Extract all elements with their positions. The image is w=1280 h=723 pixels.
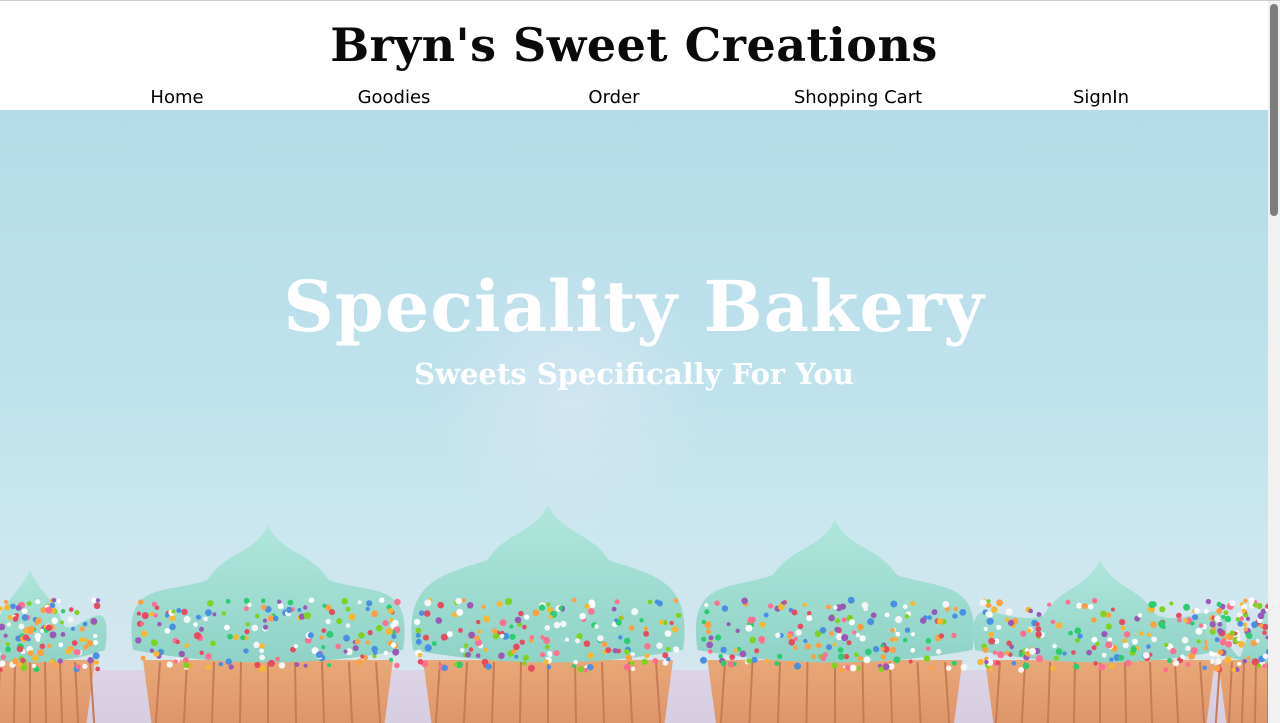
nav-home-link[interactable]: Home (150, 85, 203, 111)
hero-banner: Speciality Bakery Sweets Specifically Fo… (0, 110, 1268, 723)
main-nav: Home Goodies Order Shopping Cart SignIn (0, 85, 1268, 111)
cupcake (411, 505, 685, 723)
scrollbar-thumb[interactable] (1270, 4, 1278, 216)
page-scrollbar[interactable] (1268, 1, 1280, 723)
hero-subheading: Sweets Specifically For You (414, 357, 854, 391)
cupcake (973, 560, 1227, 723)
nav-goodies-link[interactable]: Goodies (358, 85, 431, 111)
site-header: Bryn's Sweet Creations Home Goodies Orde… (0, 1, 1268, 110)
cupcake (695, 520, 975, 723)
hero-heading: Speciality Bakery (283, 265, 985, 348)
cupcakes-image (0, 505, 1268, 723)
nav-signin-link[interactable]: SignIn (1073, 85, 1129, 111)
site-title: Bryn's Sweet Creations (330, 18, 938, 72)
nav-order-link[interactable]: Order (588, 85, 639, 111)
cupcake (131, 525, 405, 723)
nav-shopping-cart-link[interactable]: Shopping Cart (794, 85, 922, 111)
